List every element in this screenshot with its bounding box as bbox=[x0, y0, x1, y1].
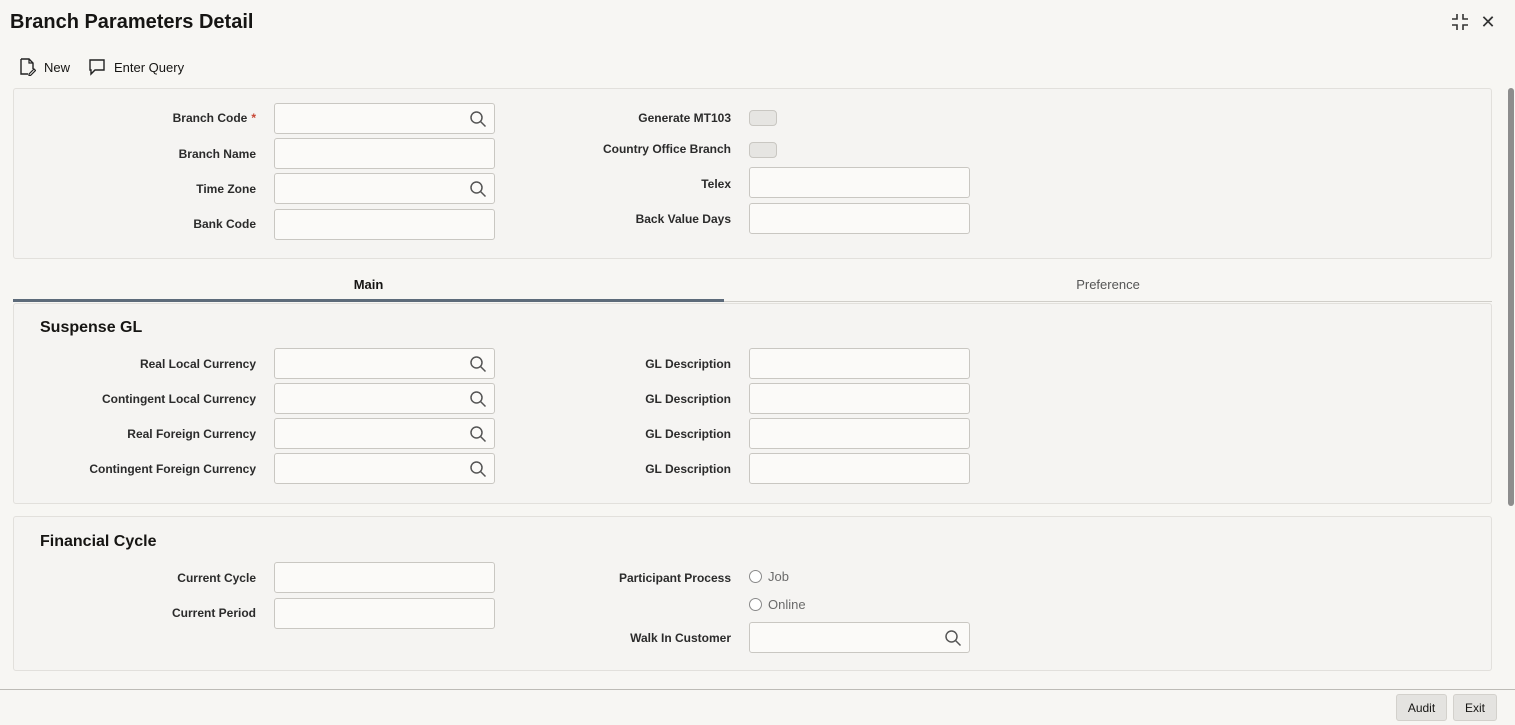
search-icon[interactable] bbox=[469, 180, 487, 198]
contingent-local-currency-label: Contingent Local Currency bbox=[101, 392, 256, 406]
time-zone-input[interactable] bbox=[274, 173, 495, 204]
audit-button[interactable]: Audit bbox=[1396, 694, 1447, 721]
gl-description-label: GL Description bbox=[645, 462, 731, 476]
current-period-input[interactable] bbox=[274, 598, 495, 629]
time-zone-label: Time Zone bbox=[196, 182, 256, 196]
contingent-local-currency-input[interactable] bbox=[274, 383, 495, 414]
footer-bar: Audit Exit bbox=[0, 689, 1515, 725]
contingent-foreign-currency-input[interactable] bbox=[274, 453, 495, 484]
search-icon[interactable] bbox=[469, 355, 487, 373]
gl-description-label: GL Description bbox=[645, 357, 731, 371]
title-bar: Branch Parameters Detail ✕ bbox=[0, 0, 1515, 46]
current-cycle-label: Current Cycle bbox=[177, 571, 256, 585]
search-icon[interactable] bbox=[944, 629, 962, 647]
search-icon[interactable] bbox=[469, 390, 487, 408]
walk-in-customer-input[interactable] bbox=[749, 622, 970, 653]
new-label: New bbox=[44, 59, 71, 75]
country-office-branch-toggle[interactable] bbox=[749, 142, 777, 158]
bank-code-input[interactable] bbox=[274, 209, 495, 240]
generate-mt103-toggle[interactable] bbox=[749, 110, 777, 126]
gl-description-label: GL Description bbox=[645, 427, 731, 441]
page-title: Branch Parameters Detail bbox=[10, 11, 254, 33]
tab-preference[interactable]: Preference bbox=[724, 270, 1492, 302]
radio-circle bbox=[749, 570, 762, 583]
back-value-days-label: Back Value Days bbox=[635, 212, 731, 226]
financial-cycle-title: Financial Cycle bbox=[40, 533, 157, 550]
tab-bar: Main Preference bbox=[13, 270, 1492, 302]
enter-query-label: Enter Query bbox=[114, 59, 185, 75]
generate-mt103-label: Generate MT103 bbox=[638, 111, 731, 125]
back-value-days-input[interactable] bbox=[749, 203, 970, 234]
search-icon[interactable] bbox=[469, 460, 487, 478]
real-foreign-currency-label: Real Foreign Currency bbox=[127, 427, 256, 441]
bank-code-label: Bank Code bbox=[193, 217, 256, 231]
gl-description-input[interactable] bbox=[749, 348, 970, 379]
contingent-foreign-currency-label: Contingent Foreign Currency bbox=[89, 462, 256, 476]
branch-code-input[interactable] bbox=[274, 103, 495, 134]
search-icon[interactable] bbox=[469, 425, 487, 443]
real-local-currency-input[interactable] bbox=[274, 348, 495, 379]
real-local-currency-label: Real Local Currency bbox=[139, 357, 256, 371]
radio-online-label: Online bbox=[768, 597, 806, 612]
radio-online[interactable]: Online bbox=[749, 597, 806, 612]
telex-input[interactable] bbox=[749, 167, 970, 198]
suspense-gl-title: Suspense GL bbox=[40, 319, 143, 336]
exit-button[interactable]: Exit bbox=[1453, 694, 1497, 721]
toolbar: New Enter Query bbox=[0, 52, 400, 82]
required-mark: * bbox=[251, 111, 256, 125]
branch-name-input[interactable] bbox=[274, 138, 495, 169]
radio-circle bbox=[749, 598, 762, 611]
radio-job[interactable]: Job bbox=[749, 569, 789, 584]
branch-name-label: Branch Name bbox=[178, 147, 256, 161]
gl-description-input[interactable] bbox=[749, 453, 970, 484]
country-office-branch-label: Country Office Branch bbox=[602, 142, 731, 156]
new-button[interactable]: New bbox=[18, 56, 70, 78]
participant-process-label: Participant Process bbox=[618, 571, 731, 585]
search-icon[interactable] bbox=[469, 110, 487, 128]
tab-main[interactable]: Main bbox=[13, 270, 724, 302]
current-period-label: Current Period bbox=[171, 606, 256, 620]
telex-label: Telex bbox=[701, 177, 731, 191]
new-document-icon bbox=[20, 58, 36, 76]
real-foreign-currency-input[interactable] bbox=[274, 418, 495, 449]
enter-query-button[interactable]: Enter Query bbox=[88, 56, 184, 78]
comment-icon bbox=[89, 59, 105, 76]
close-icon[interactable]: ✕ bbox=[1478, 12, 1498, 32]
vertical-scrollbar-thumb[interactable] bbox=[1508, 88, 1514, 506]
radio-job-label: Job bbox=[768, 569, 789, 584]
current-cycle-input[interactable] bbox=[274, 562, 495, 593]
branch-code-label: Branch Code * bbox=[172, 111, 256, 125]
restore-icon[interactable] bbox=[1450, 12, 1470, 32]
gl-description-label: GL Description bbox=[645, 392, 731, 406]
gl-description-input[interactable] bbox=[749, 418, 970, 449]
gl-description-input[interactable] bbox=[749, 383, 970, 414]
walk-in-customer-label: Walk In Customer bbox=[630, 631, 731, 645]
